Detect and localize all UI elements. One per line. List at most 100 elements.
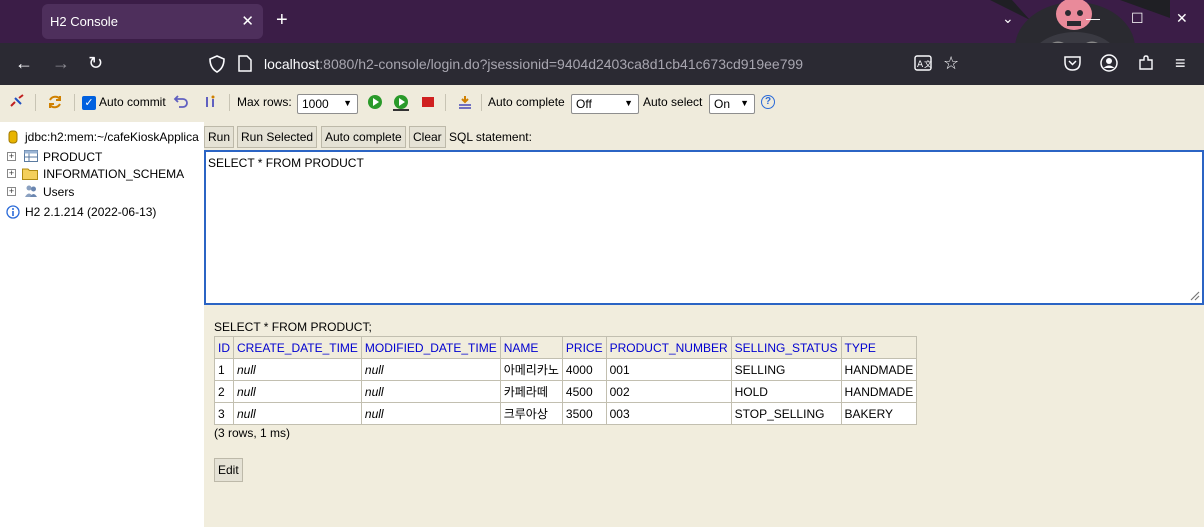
toolbar-separator [74,94,75,111]
connection-label: jdbc:h2:mem:~/cafeKioskApplica [25,130,199,144]
page-icon [238,55,252,77]
table-cell: null [233,380,362,403]
expand-icon[interactable]: + [7,187,16,196]
table-cell: BAKERY [840,402,918,425]
tab-close-icon[interactable]: ✕ [241,12,254,30]
auto-complete-value: Off [576,97,592,111]
extensions-icon[interactable] [1138,55,1154,76]
sql-editor[interactable]: SELECT * FROM PRODUCT [204,150,1204,305]
column-header[interactable]: CREATE_DATE_TIME [233,336,362,359]
table-cell: 카페라떼 [499,380,563,403]
max-rows-label: Max rows: [237,95,292,109]
toolbar-separator [481,94,482,111]
table-cell: 002 [605,380,732,403]
column-header[interactable]: ID [214,336,234,359]
svg-text:文: 文 [924,59,932,69]
clear-button[interactable]: Clear [409,126,446,148]
chevron-down-icon: ▼ [740,98,749,108]
table-cell: 4500 [561,380,607,403]
run-selected-button[interactable]: Run Selected [237,126,318,148]
stop-icon[interactable] [420,94,436,110]
auto-commit-label: Auto commit [99,95,166,109]
chevron-down-icon: ▼ [624,98,633,108]
auto-complete-button[interactable]: Auto complete [321,126,406,148]
account-icon[interactable] [1100,54,1118,77]
table-cell: 2 [214,380,234,403]
url-path: :8080/h2-console/login.do?jsessionid=940… [319,56,804,72]
browser-tab[interactable]: H2 Console ✕ [42,4,263,39]
chevron-down-icon[interactable]: ⌄ [1002,10,1014,27]
auto-select-label: Auto select [643,95,703,109]
table-cell: 크루아상 [499,402,563,425]
browser-tabstrip: H2 Console ✕ + ⌄ — ☐ ✕ [0,0,1204,92]
bookmark-star-icon[interactable]: ☆ [943,53,959,74]
max-rows-value: 1000 [302,97,329,111]
table-cell: STOP_SELLING [730,402,842,425]
edit-button[interactable]: Edit [214,458,243,482]
users-icon [24,184,38,201]
info-icon [6,205,20,222]
history-icon[interactable] [457,94,473,110]
toolbar-separator [445,94,446,111]
menu-icon[interactable]: ≡ [1175,53,1186,74]
run-button[interactable]: Run [204,126,235,148]
forward-arrow-icon[interactable]: → [52,53,70,74]
table-row: 1 null null 아메리카노 4000 001 SELLING HANDM… [214,358,918,381]
browser-navbar: ← → ↻ localhost:8080/h2-console/login.do… [0,43,1204,85]
database-icon [8,130,18,147]
column-header[interactable]: PRICE [561,336,607,359]
auto-select-select[interactable]: On ▼ [709,94,755,114]
sql-editor-text: SELECT * FROM PRODUCT [208,156,364,170]
shield-icon[interactable] [209,55,225,77]
rollback-icon[interactable] [173,94,189,110]
window-close-icon[interactable]: ✕ [1176,10,1188,27]
table-cell: 3500 [561,402,607,425]
address-bar[interactable]: localhost:8080/h2-console/login.do?jsess… [264,56,803,72]
executed-sql: SELECT * FROM PRODUCT; [214,320,372,334]
table-cell: 001 [605,358,732,381]
new-tab-icon[interactable]: + [276,9,288,32]
column-header[interactable]: NAME [499,336,563,359]
version-label: H2 2.1.214 (2022-06-13) [25,205,157,219]
schema-tree: jdbc:h2:mem:~/cafeKioskApplica + PRODUCT… [0,122,204,527]
refresh-icon[interactable] [47,94,63,110]
auto-select-value: On [714,97,731,111]
translate-icon[interactable]: A文 [914,55,932,76]
table-cell: null [360,402,501,425]
table-cell: 3 [214,402,234,425]
disconnect-icon[interactable] [9,94,25,110]
table-row: 2 null null 카페라떼 4500 002 HOLD HANDMADE [214,380,918,403]
commit-icon[interactable] [203,94,219,110]
table-cell: null [360,358,501,381]
chevron-down-icon: ▼ [343,98,352,108]
table-row: 3 null null 크루아상 3500 003 STOP_SELLING B… [214,402,918,425]
help-icon[interactable]: ? [761,95,775,109]
results-table: ID CREATE_DATE_TIME MODIFIED_DATE_TIME N… [214,336,918,425]
table-header-row: ID CREATE_DATE_TIME MODIFIED_DATE_TIME N… [214,336,918,359]
maximize-icon[interactable]: ☐ [1131,10,1144,27]
auto-commit-checkbox[interactable]: ✓ [82,96,96,110]
column-header[interactable]: SELLING_STATUS [730,336,842,359]
run-selected-icon[interactable] [392,94,409,111]
table-cell: SELLING [730,358,842,381]
results-panel: SELECT * FROM PRODUCT; ID CREATE_DATE_TI… [204,305,1204,527]
table-cell: HANDMADE [840,380,918,403]
pocket-icon[interactable] [1064,55,1081,76]
expand-icon[interactable]: + [7,169,16,178]
back-arrow-icon[interactable]: ← [15,53,33,74]
auto-complete-select[interactable]: Off ▼ [571,94,639,114]
expand-icon[interactable]: + [7,152,16,161]
column-header[interactable]: PRODUCT_NUMBER [605,336,732,359]
table-cell: null [360,380,501,403]
svg-text:A: A [917,60,924,70]
column-header[interactable]: MODIFIED_DATE_TIME [360,336,501,359]
column-header[interactable]: TYPE [840,336,918,359]
run-icon[interactable] [367,94,383,110]
max-rows-select[interactable]: 1000 ▼ [297,94,358,114]
auto-complete-label: Auto complete [488,95,565,109]
table-cell: 1 [214,358,234,381]
resize-grip-icon[interactable] [1188,289,1200,301]
minimize-icon[interactable]: — [1086,10,1100,26]
reload-icon[interactable]: ↻ [88,53,103,74]
toolbar-separator [35,94,36,111]
